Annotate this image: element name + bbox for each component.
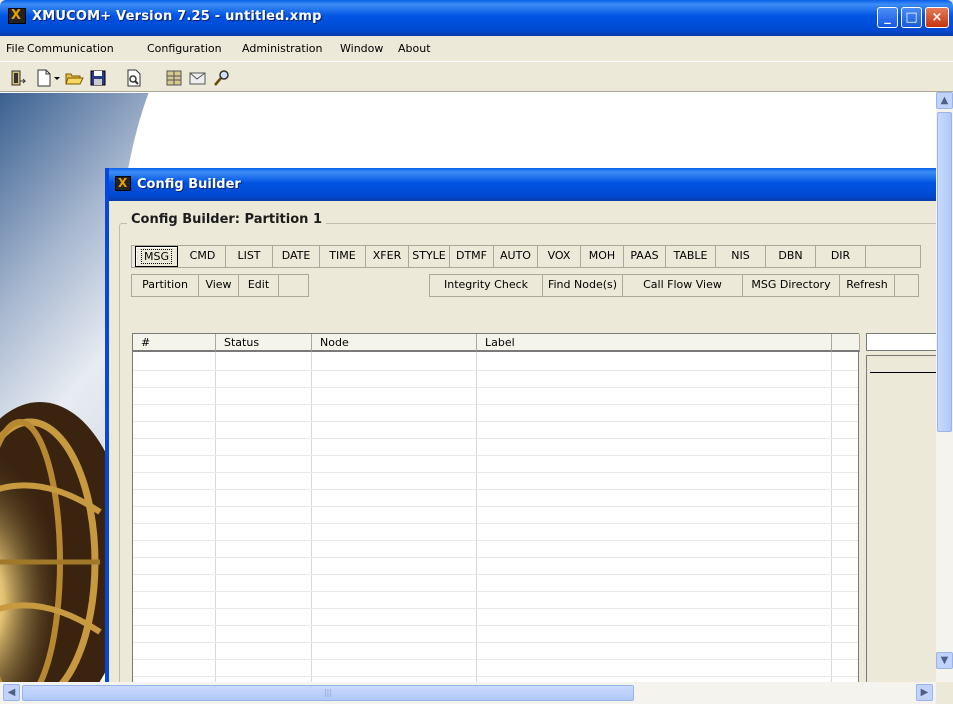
grid-column xyxy=(477,352,832,682)
grid-row-line xyxy=(133,540,858,541)
edit-button[interactable]: Edit xyxy=(239,275,279,296)
app-logo-icon xyxy=(8,8,26,24)
grid-row-line xyxy=(133,506,858,507)
integrity-check-button[interactable]: Integrity Check xyxy=(430,275,543,296)
maximize-icon: □ xyxy=(905,10,918,25)
grid-row-line xyxy=(133,676,858,677)
column-header-node[interactable]: Node xyxy=(312,334,477,352)
menu-configuration[interactable]: Configuration xyxy=(147,42,222,55)
menu-administration[interactable]: Administration xyxy=(242,42,323,55)
node-type-toolbar: MSG CMD LIST DATE TIME XFER STYLE DTMF A… xyxy=(131,245,921,268)
grid-row-line xyxy=(133,404,858,405)
node-type-table-button[interactable]: TABLE xyxy=(666,246,716,267)
tools-toolbar: Integrity Check Find Node(s) Call Flow V… xyxy=(429,274,919,297)
call-flow-view-button[interactable]: Call Flow View xyxy=(623,275,743,296)
menu-about[interactable]: About xyxy=(398,42,431,55)
close-icon: × xyxy=(931,10,943,25)
scroll-up-arrow-icon[interactable]: ▲ xyxy=(936,92,953,109)
config-builder-title-bar[interactable]: Config Builder xyxy=(109,168,936,201)
grid-column xyxy=(312,352,477,682)
grid-column xyxy=(216,352,312,682)
grid-row-line xyxy=(133,455,858,456)
column-header-extra[interactable] xyxy=(832,334,860,352)
right-detail-panel xyxy=(866,333,936,682)
grid-row-line xyxy=(133,608,858,609)
node-type-msg-button[interactable]: MSG xyxy=(135,246,178,267)
maximize-button[interactable]: □ xyxy=(901,7,922,28)
grid-row-line xyxy=(133,557,858,558)
partition-group-label: Config Builder: Partition 1 xyxy=(127,212,326,227)
horizontal-scrollbar[interactable]: ◀ ||| ▶ xyxy=(0,682,936,704)
right-panel-body xyxy=(866,355,936,682)
config-builder-title: Config Builder xyxy=(137,177,241,192)
scroll-right-arrow-icon[interactable]: ▶ xyxy=(916,684,933,701)
grid-row-line xyxy=(133,591,858,592)
grid-row-line xyxy=(133,472,858,473)
node-type-xfer-button[interactable]: XFER xyxy=(366,246,409,267)
find-nodes-button[interactable]: Find Node(s) xyxy=(543,275,623,296)
save-icon[interactable] xyxy=(88,68,108,88)
node-type-vox-button[interactable]: VOX xyxy=(538,246,581,267)
grid-row-line xyxy=(133,642,858,643)
horizontal-scroll-thumb[interactable]: ||| xyxy=(22,685,634,701)
new-icon[interactable] xyxy=(34,68,54,88)
view-button[interactable]: View xyxy=(199,275,239,296)
grid-row-line xyxy=(133,438,858,439)
node-type-nis-button[interactable]: NIS xyxy=(716,246,766,267)
right-panel-header xyxy=(866,333,936,351)
minimize-icon: _ xyxy=(884,10,891,25)
config-builder-icon xyxy=(115,176,131,191)
partition-button[interactable]: Partition xyxy=(132,275,199,296)
menu-window[interactable]: Window xyxy=(340,42,383,55)
node-list-grid[interactable]: # Status Node Label xyxy=(132,333,860,682)
node-type-list-button[interactable]: LIST xyxy=(226,246,273,267)
menu-file[interactable]: File xyxy=(6,42,24,55)
node-type-date-button[interactable]: DATE xyxy=(273,246,320,267)
column-header-label[interactable]: Label xyxy=(477,334,832,352)
dropdown-arrow-icon[interactable] xyxy=(52,68,62,88)
grid-column xyxy=(133,352,216,682)
config-builder-window: Config Builder Config Builder: Partition… xyxy=(105,168,936,682)
print-preview-icon[interactable] xyxy=(124,68,144,88)
grid-row-line xyxy=(133,387,858,388)
message-icon[interactable] xyxy=(188,68,208,88)
vertical-scroll-thumb[interactable] xyxy=(937,112,952,432)
main-title-bar[interactable]: XMUCOM+ Version 7.25 - untitled.xmp _ □ … xyxy=(0,0,953,36)
minimize-button[interactable]: _ xyxy=(877,7,898,28)
node-type-dir-button[interactable]: DIR xyxy=(816,246,866,267)
column-header-status[interactable]: Status xyxy=(216,334,312,352)
node-type-auto-button[interactable]: AUTO xyxy=(494,246,538,267)
refresh-button[interactable]: Refresh xyxy=(840,275,895,296)
grid-row-line xyxy=(133,370,858,371)
node-type-paas-button[interactable]: PAAS xyxy=(624,246,666,267)
scroll-down-arrow-icon[interactable]: ▼ xyxy=(936,652,953,669)
open-folder-icon[interactable] xyxy=(64,68,84,88)
node-type-dbn-button[interactable]: DBN xyxy=(766,246,816,267)
grid-row-line xyxy=(133,625,858,626)
right-panel-divider xyxy=(870,372,936,373)
node-type-dtmf-button[interactable]: DTMF xyxy=(450,246,494,267)
grid-row-line xyxy=(133,659,858,660)
menu-communication[interactable]: Communication xyxy=(27,42,114,55)
exit-icon[interactable] xyxy=(8,68,28,88)
node-type-time-button[interactable]: TIME xyxy=(320,246,366,267)
grid-row-line xyxy=(133,574,858,575)
menu-bar: File Communication Configuration Adminis… xyxy=(0,36,953,62)
column-header-number[interactable]: # xyxy=(133,334,216,352)
grid-row-line xyxy=(133,523,858,524)
partition-actions-toolbar: Partition View Edit xyxy=(131,274,309,297)
node-type-style-button[interactable]: STYLE xyxy=(409,246,450,267)
node-type-moh-button[interactable]: MOH xyxy=(581,246,624,267)
search-icon[interactable] xyxy=(212,68,232,88)
settings-grid-icon[interactable] xyxy=(164,68,184,88)
grid-row-line xyxy=(133,421,858,422)
msg-directory-button[interactable]: MSG Directory xyxy=(743,275,840,296)
node-type-cmd-button[interactable]: CMD xyxy=(180,246,226,267)
main-toolbar xyxy=(0,64,953,92)
vertical-scrollbar[interactable]: ▲ ▼ xyxy=(936,92,953,682)
window-title: XMUCOM+ Version 7.25 - untitled.xmp xyxy=(32,9,322,24)
grid-row-line xyxy=(133,489,858,490)
scroll-left-arrow-icon[interactable]: ◀ xyxy=(3,684,20,701)
close-button[interactable]: × xyxy=(925,7,949,28)
